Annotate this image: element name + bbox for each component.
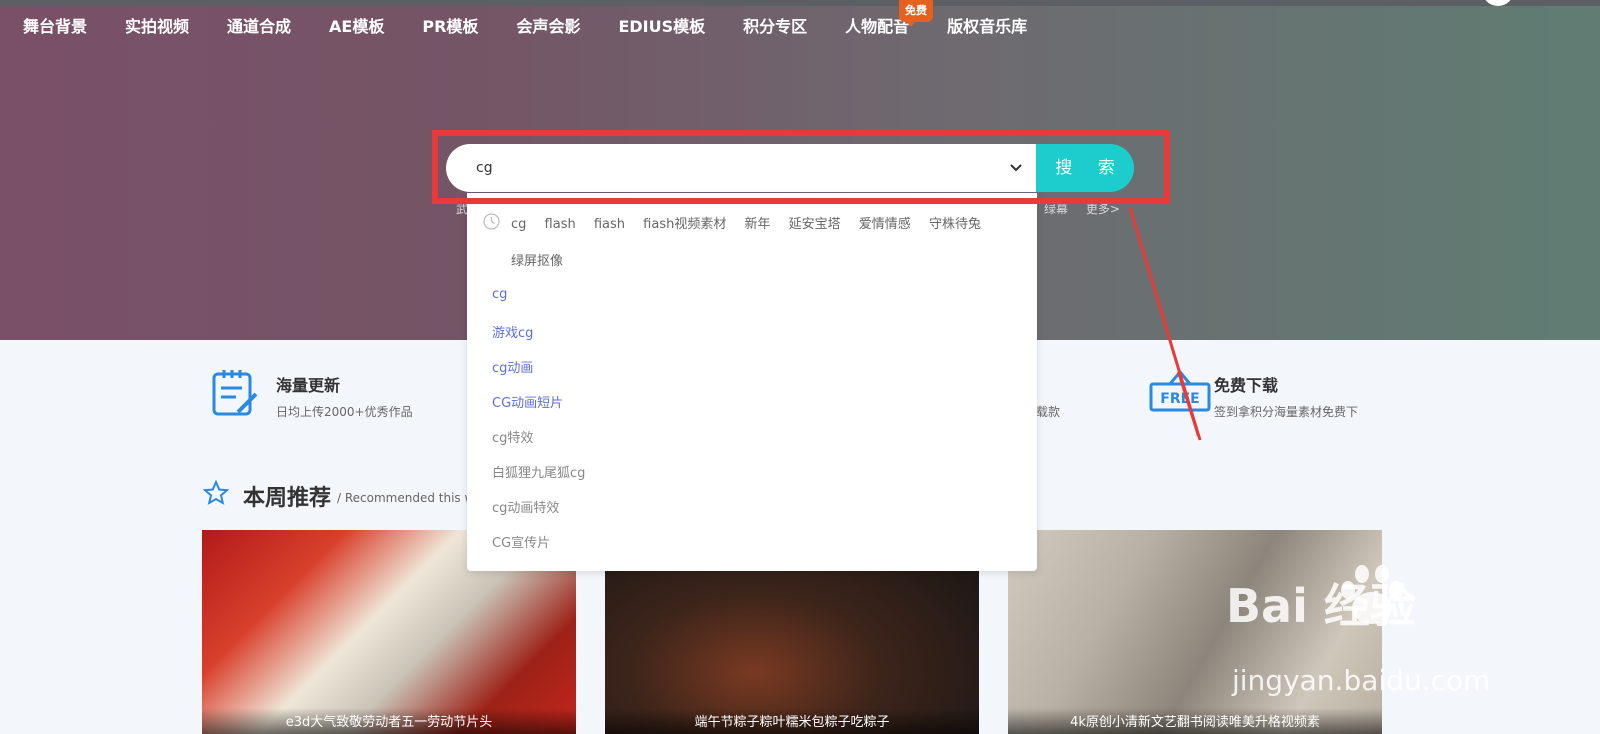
history-item[interactable]: 延安宝塔 xyxy=(789,217,841,232)
feature-title: 免费下载 xyxy=(1214,376,1279,395)
feature-subtitle: 签到拿积分海量素材免费下 xyxy=(1214,405,1359,419)
feature-title: 海量更新 xyxy=(276,376,341,395)
nav-item-channel[interactable]: 通道合成 xyxy=(227,14,291,40)
svg-text:FREE: FREE xyxy=(1160,391,1199,407)
history-item[interactable]: 守株待兔 xyxy=(929,217,981,232)
nav-item-music[interactable]: 版权音乐库 xyxy=(947,14,1027,40)
watermark-url: jingyan.baidu.com xyxy=(1232,664,1491,697)
free-sign-icon: FREE xyxy=(1149,369,1211,412)
suggestion-item[interactable]: cg动画 xyxy=(492,357,533,376)
top-strip xyxy=(0,0,1600,6)
clipboard-edit-icon xyxy=(212,370,258,416)
nav-item-pr[interactable]: PR模板 xyxy=(422,14,478,40)
suggestion-item[interactable]: CG动画短片 xyxy=(492,392,563,411)
hot-keyword-greenscreen[interactable]: 绿幕 xyxy=(1044,202,1068,216)
history-item[interactable]: fiash视频素材 xyxy=(643,217,726,232)
clock-icon xyxy=(483,213,500,230)
free-badge: 免费 xyxy=(899,0,933,27)
video-card-caption: 4k原创小清新文艺翻书阅读唯美升格视频素 xyxy=(1008,708,1382,734)
more-link[interactable]: 更多> xyxy=(1086,202,1120,216)
nav-item-live-video[interactable]: 实拍视频 xyxy=(125,14,189,40)
nav-item-edius[interactable]: EDIUS模板 xyxy=(618,14,705,40)
section-subtitle: / Recommended this w xyxy=(337,491,475,505)
nav-item-ae[interactable]: AE模板 xyxy=(329,14,384,40)
suggestion-item[interactable]: cg特效 xyxy=(492,427,533,446)
annotation-frame xyxy=(432,130,1170,204)
nav-item-stage[interactable]: 舞台背景 xyxy=(23,14,87,40)
history-item[interactable]: 新年 xyxy=(744,217,770,232)
feature-subtitle: 日均上传2000+优秀作品 xyxy=(276,405,413,419)
history-item[interactable]: fiash xyxy=(594,217,625,232)
nav-item-vegas[interactable]: 会声会影 xyxy=(516,14,580,40)
feature-partial-text: 载款 xyxy=(1036,405,1061,419)
star-icon xyxy=(203,480,229,506)
video-card-caption: e3d大气致敬劳动者五一劳动节片头 xyxy=(202,708,576,734)
suggestion-item[interactable]: cg xyxy=(492,287,507,302)
history-item[interactable]: 爱情情感 xyxy=(859,217,911,232)
nav-item-points[interactable]: 积分专区 xyxy=(743,14,807,40)
feature-free: FREE 免费下载 签到拿积分海量素材免费下 xyxy=(1148,368,1358,422)
suggestion-item[interactable]: cg动画特效 xyxy=(492,497,559,516)
feature-updates: 海量更新 日均上传2000+优秀作品 xyxy=(210,368,413,422)
suggestion-item[interactable]: 游戏cg xyxy=(492,322,533,341)
video-card-caption: 端午节粽子粽叶糯米包粽子吃粽子 xyxy=(605,708,979,734)
suggestion-item[interactable]: CG宣传片 xyxy=(492,532,550,551)
baidu-paw-icon xyxy=(1341,565,1403,624)
section-title: 本周推荐 xyxy=(243,486,332,511)
top-nav: 舞台背景 实拍视频 通道合成 AE模板 PR模板 会声会影 EDIUS模板 积分… xyxy=(0,14,1027,40)
search-history: cg flash fiash fiash视频素材 新年 延安宝塔 爱情情感 守株… xyxy=(511,213,995,232)
avatar[interactable] xyxy=(1482,0,1514,6)
suggestion-item[interactable]: 白狐狸九尾狐cg xyxy=(492,462,585,481)
history-item[interactable]: 绿屏抠像 xyxy=(511,250,563,269)
history-item[interactable]: flash xyxy=(545,217,576,232)
search-suggestions-dropdown: cg flash fiash fiash视频素材 新年 延安宝塔 爱情情感 守株… xyxy=(467,193,1037,571)
history-item[interactable]: cg xyxy=(511,217,526,232)
